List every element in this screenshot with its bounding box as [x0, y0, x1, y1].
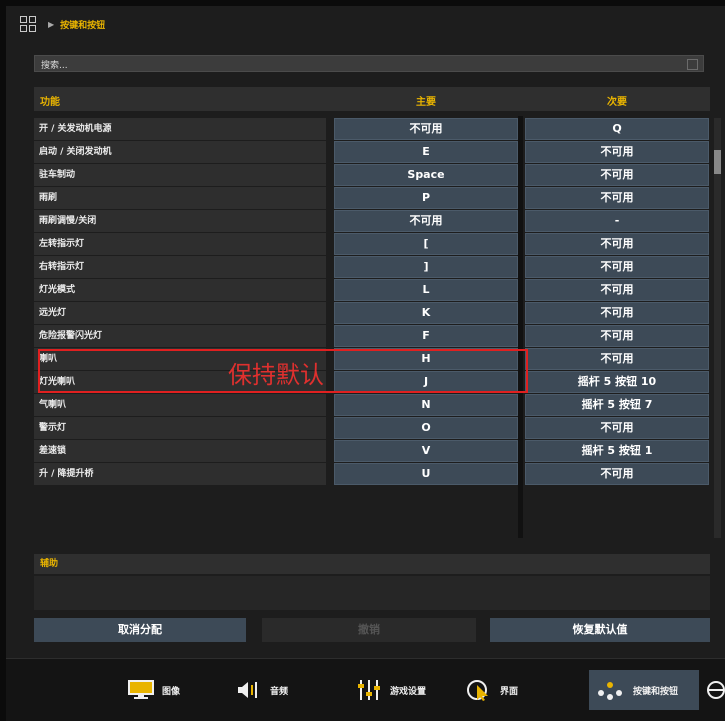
primary-binding[interactable]: V: [334, 440, 518, 462]
tab-label: 图像: [162, 686, 181, 697]
gamepad-icon: [598, 682, 622, 700]
aux-section-body: [34, 576, 710, 610]
sliders-icon: [358, 680, 380, 700]
table-row: 气喇叭 N 摇杆 5 按钮 7: [34, 394, 710, 416]
secondary-binding[interactable]: 不可用: [525, 417, 709, 439]
tab-label: 按键和按钮: [633, 686, 679, 697]
secondary-binding[interactable]: -: [525, 210, 709, 232]
table-row: 左转指示灯 [ 不可用: [34, 233, 710, 255]
primary-binding[interactable]: 不可用: [334, 210, 518, 232]
tab-graphics[interactable]: 图像: [128, 670, 180, 710]
search-input[interactable]: 搜索...: [34, 55, 704, 72]
function-cell: 启动 / 关闭发动机: [34, 141, 326, 163]
function-cell: 危险报警闪光灯: [34, 325, 326, 347]
table-row: 远光灯 K 不可用: [34, 302, 710, 324]
function-cell: 警示灯: [34, 417, 326, 439]
table-row: 驻车制动 Space 不可用: [34, 164, 710, 186]
primary-binding[interactable]: P: [334, 187, 518, 209]
secondary-binding[interactable]: 不可用: [525, 302, 709, 324]
primary-binding[interactable]: F: [334, 325, 518, 347]
function-cell: 驻车制动: [34, 164, 326, 186]
function-cell: 雨刷: [34, 187, 326, 209]
header-function[interactable]: 功能: [40, 93, 60, 108]
secondary-binding[interactable]: 不可用: [525, 463, 709, 485]
header-secondary[interactable]: 次要: [607, 93, 627, 108]
breadcrumb: ▶ 按键和按钮: [20, 12, 105, 36]
cursor-icon: [467, 680, 488, 701]
table-row: 雨刷 P 不可用: [34, 187, 710, 209]
secondary-binding[interactable]: 不可用: [525, 141, 709, 163]
secondary-binding[interactable]: Q: [525, 118, 709, 140]
column-divider: [518, 116, 523, 538]
function-cell: 升 / 降提升桥: [34, 463, 326, 485]
restore-defaults-button[interactable]: 恢复默认值: [490, 618, 710, 642]
breadcrumb-arrow-icon: ▶: [48, 19, 55, 29]
function-cell: 开 / 关发动机电源: [34, 118, 326, 140]
secondary-binding[interactable]: 不可用: [525, 256, 709, 278]
binding-table: 开 / 关发动机电源 不可用 Q 启动 / 关闭发动机 E 不可用 驻车制动 Space 不…: [34, 118, 710, 486]
secondary-binding[interactable]: 不可用: [525, 164, 709, 186]
table-row: 差速锁 V 摇杆 5 按钮 1: [34, 440, 710, 462]
undo-button[interactable]: 撤销: [262, 618, 476, 642]
table-row: 启动 / 关闭发动机 E 不可用: [34, 141, 710, 163]
search-clear-icon[interactable]: [687, 59, 698, 70]
table-row: 灯光模式 L 不可用: [34, 279, 710, 301]
steering-wheel-icon: [707, 681, 725, 699]
aux-section-header[interactable]: 辅助: [34, 554, 710, 574]
monitor-icon: [128, 680, 154, 699]
function-cell: 差速锁: [34, 440, 326, 462]
tab-gameplay[interactable]: 游戏设置: [356, 670, 426, 710]
function-cell: 左转指示灯: [34, 233, 326, 255]
function-cell: 右转指示灯: [34, 256, 326, 278]
secondary-binding[interactable]: 不可用: [525, 348, 709, 370]
tab-label: 界面: [500, 686, 519, 697]
primary-binding[interactable]: E: [334, 141, 518, 163]
table-row: 开 / 关发动机电源 不可用 Q: [34, 118, 710, 140]
primary-binding[interactable]: ]: [334, 256, 518, 278]
function-cell: 灯光模式: [34, 279, 326, 301]
primary-binding[interactable]: K: [334, 302, 518, 324]
tab-interface[interactable]: 界面: [466, 670, 518, 710]
secondary-binding[interactable]: 不可用: [525, 187, 709, 209]
primary-binding[interactable]: O: [334, 417, 518, 439]
secondary-binding[interactable]: 摇杆 5 按钮 1: [525, 440, 709, 462]
tab-audio[interactable]: 音频: [236, 670, 288, 710]
scrollbar-thumb[interactable]: [714, 150, 721, 174]
secondary-binding[interactable]: 不可用: [525, 233, 709, 255]
table-row: 升 / 降提升桥 U 不可用: [34, 463, 710, 485]
secondary-binding[interactable]: 不可用: [525, 325, 709, 347]
primary-binding[interactable]: Space: [334, 164, 518, 186]
function-cell: 远光灯: [34, 302, 326, 324]
speaker-icon: [238, 682, 257, 698]
tab-label: 游戏设置: [390, 686, 427, 697]
annotation-label: 保持默认: [228, 361, 324, 389]
table-row: 右转指示灯] 不可用: [34, 256, 710, 278]
tab-label: 音频: [270, 686, 289, 697]
primary-binding[interactable]: N: [334, 394, 518, 416]
menu-grid-icon[interactable]: [20, 16, 36, 32]
function-cell: 雨刷调慢/关闭: [34, 210, 326, 232]
function-cell: 气喇叭: [34, 394, 326, 416]
table-row: 警示灯 O 不可用: [34, 417, 710, 439]
table-row: 危险报警闪光灯 F 不可用: [34, 325, 710, 347]
search-text: 搜索...: [41, 61, 68, 71]
scrollbar[interactable]: [714, 118, 721, 538]
table-row: 雨刷调慢/关闭 不可用 -: [34, 210, 710, 232]
secondary-binding[interactable]: 不可用: [525, 279, 709, 301]
primary-binding[interactable]: [: [334, 233, 518, 255]
primary-binding[interactable]: L: [334, 279, 518, 301]
header-primary[interactable]: 主要: [416, 93, 436, 108]
primary-binding[interactable]: 不可用: [334, 118, 518, 140]
breadcrumb-current: 按键和按钮: [60, 20, 106, 31]
secondary-binding[interactable]: 摇杆 5 按钮 10: [525, 371, 709, 393]
tab-controls[interactable]: 按键和按钮: [589, 670, 699, 710]
table-header: 功能 主要 次要: [34, 87, 710, 111]
primary-binding[interactable]: U: [334, 463, 518, 485]
secondary-binding[interactable]: 摇杆 5 按钮 7: [525, 394, 709, 416]
tab-more-partial[interactable]: [705, 670, 725, 710]
unassign-button[interactable]: 取消分配: [34, 618, 246, 642]
